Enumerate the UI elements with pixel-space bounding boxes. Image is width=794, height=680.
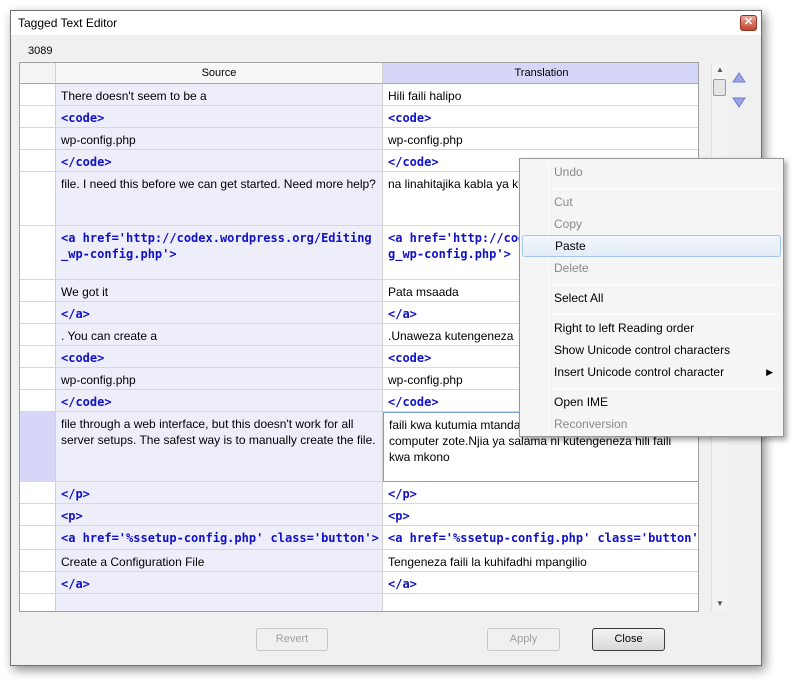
source-cell: </p> <box>56 482 383 504</box>
table-row: </a> </a> <box>20 572 698 594</box>
window-title: Tagged Text Editor <box>18 16 118 30</box>
menu-separator <box>552 314 777 315</box>
menu-item-rtl-reading-order[interactable]: Right to left Reading order <box>522 317 781 339</box>
source-cell: </code> <box>56 150 383 172</box>
table-row: <code> <code> <box>20 106 698 128</box>
title-bar[interactable]: Tagged Text Editor ✕ <box>11 11 761 35</box>
source-cell: </code> <box>56 390 383 412</box>
source-cell: . You can create a <box>56 324 383 346</box>
row-header[interactable] <box>20 172 56 226</box>
translation-cell[interactable] <box>383 594 698 611</box>
source-cell: <code> <box>56 106 383 128</box>
row-header[interactable] <box>20 324 56 346</box>
source-cell: wp-config.php <box>56 128 383 150</box>
source-cell: Create a Configuration File <box>56 550 383 572</box>
row-header[interactable] <box>20 550 56 572</box>
menu-item-show-unicode-control[interactable]: Show Unicode control characters <box>522 339 781 361</box>
menu-separator <box>552 388 777 389</box>
menu-separator <box>552 188 777 189</box>
row-header[interactable] <box>20 302 56 324</box>
translation-cell[interactable]: <a href='%ssetup-config.php' class='butt… <box>383 526 698 550</box>
row-header[interactable] <box>20 572 56 594</box>
segment-counter: 3089 <box>28 45 53 57</box>
previous-segment-icon[interactable] <box>732 71 746 83</box>
row-header-corner <box>20 63 56 84</box>
submenu-arrow-icon: ▶ <box>766 367 773 377</box>
menu-item-label: Insert Unicode control character <box>554 365 725 379</box>
row-header[interactable] <box>20 526 56 550</box>
translation-cell[interactable]: Hili faili halipo <box>383 84 698 106</box>
menu-item-insert-unicode-control[interactable]: Insert Unicode control character ▶ <box>522 361 781 383</box>
translation-cell[interactable]: </a> <box>383 572 698 594</box>
menu-item-delete[interactable]: Delete <box>522 257 781 279</box>
translation-cell[interactable]: <p> <box>383 504 698 526</box>
next-segment-icon[interactable] <box>732 97 746 109</box>
menu-item-copy[interactable]: Copy <box>522 213 781 235</box>
row-header[interactable] <box>20 128 56 150</box>
translation-cell[interactable]: <code> <box>383 106 698 128</box>
source-cell <box>56 594 383 611</box>
source-cell: </a> <box>56 572 383 594</box>
source-cell: file. I need this before we can get star… <box>56 172 383 226</box>
translation-cell[interactable]: Tengeneza faili la kuhifadhi mpangilio <box>383 550 698 572</box>
translation-cell[interactable]: </p> <box>383 482 698 504</box>
row-header[interactable] <box>20 84 56 106</box>
translation-cell[interactable]: wp-config.php <box>383 128 698 150</box>
row-header[interactable] <box>20 390 56 412</box>
row-header[interactable] <box>20 504 56 526</box>
source-cell: <code> <box>56 346 383 368</box>
column-header-translation[interactable]: Translation <box>383 63 698 84</box>
menu-item-open-ime[interactable]: Open IME <box>522 391 781 413</box>
row-header[interactable] <box>20 150 56 172</box>
source-cell: <p> <box>56 504 383 526</box>
scroll-down-arrow-icon[interactable]: ▼ <box>712 597 728 611</box>
table-row: <a href='%ssetup-config.php' class='butt… <box>20 526 698 550</box>
source-cell: file through a web interface, but this d… <box>56 412 383 482</box>
row-header-selected[interactable] <box>20 412 56 482</box>
table-row: There doesn't seem to be a Hili faili ha… <box>20 84 698 106</box>
menu-item-select-all[interactable]: Select All <box>522 287 781 309</box>
table-row: wp-config.php wp-config.php <box>20 128 698 150</box>
row-header[interactable] <box>20 346 56 368</box>
table-row <box>20 594 698 611</box>
scroll-thumb[interactable] <box>713 79 726 96</box>
row-header[interactable] <box>20 106 56 128</box>
table-row: </p> </p> <box>20 482 698 504</box>
source-cell: <a href='http://codex.wordpress.org/Edit… <box>56 226 383 280</box>
source-cell: </a> <box>56 302 383 324</box>
source-cell: <a href='%ssetup-config.php' class='butt… <box>56 526 383 550</box>
source-cell: wp-config.php <box>56 368 383 390</box>
column-header-source[interactable]: Source <box>56 63 383 84</box>
menu-item-cut[interactable]: Cut <box>522 191 781 213</box>
window-close-button[interactable]: ✕ <box>740 15 757 31</box>
menu-item-paste[interactable]: Paste <box>522 235 781 257</box>
menu-item-undo[interactable]: Undo <box>522 161 781 183</box>
row-header[interactable] <box>20 280 56 302</box>
source-cell: There doesn't seem to be a <box>56 84 383 106</box>
row-header[interactable] <box>20 482 56 504</box>
context-menu: Undo Cut Copy Paste Delete Select All Ri… <box>519 158 784 437</box>
apply-button[interactable]: Apply <box>487 628 560 651</box>
scroll-up-arrow-icon[interactable]: ▲ <box>712 63 728 77</box>
table-row: Create a Configuration File Tengeneza fa… <box>20 550 698 572</box>
source-cell: We got it <box>56 280 383 302</box>
close-button[interactable]: Close <box>592 628 665 651</box>
table-row: <p> <p> <box>20 504 698 526</box>
menu-separator <box>552 284 777 285</box>
revert-button[interactable]: Revert <box>256 628 328 651</box>
row-header[interactable] <box>20 226 56 280</box>
row-header[interactable] <box>20 368 56 390</box>
menu-item-reconversion[interactable]: Reconversion <box>522 413 781 435</box>
row-header[interactable] <box>20 594 56 611</box>
